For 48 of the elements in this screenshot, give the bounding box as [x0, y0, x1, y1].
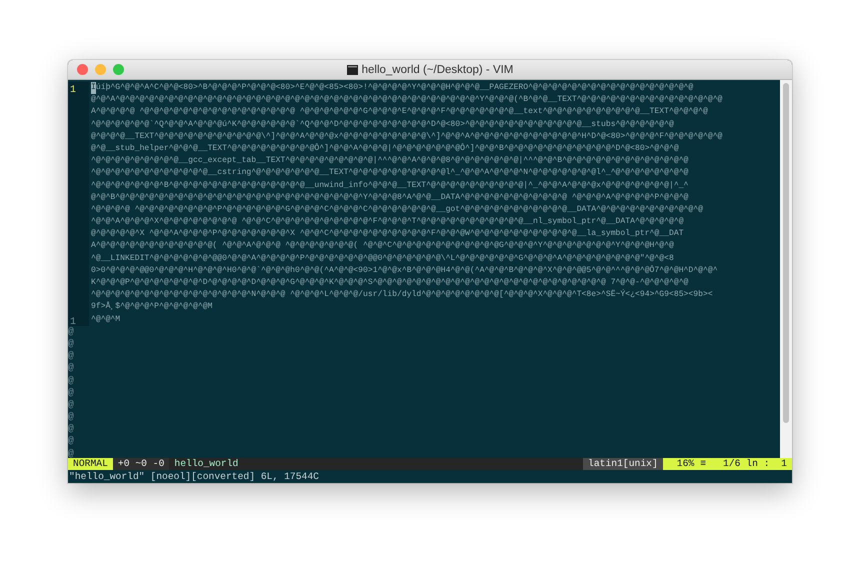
minimize-button[interactable] — [95, 64, 106, 75]
code-line: ^@^@^@^@^@^@^@^@^@^@^@^@__cstring^@^@^@^@^@^@^@__TEXT^@^@^@^@^@^@^@^@^@^@l^_^@^@^A^@^@^@^N^@^@^@^@^@^@^@l^_^@^@^@^@^@^@^@^@ — [91, 167, 688, 180]
filler-marker: @ — [68, 374, 74, 387]
terminal-icon — [346, 64, 358, 74]
code-line: ^@__LINKEDIT^@^@^@^@^@^@^@@0^@^@^A^@^@^@^@^P^@^@^@^@^@^@^@@0^@^@^@^@^@^@\^L^@^@^@^@^@^@^G^@^@^@^A^@^@^@^@^@^@^@^@"^@^@<8 — [91, 252, 674, 265]
close-button[interactable] — [77, 64, 88, 75]
code-line: K^@^@^@P^@^@^@^@^@^@^@^D^@^@^@^@^D^@^@^@^G^@^@^@^K^@^@^@^S^@^@^@^@^@^@^@^@^@^@^@^@^@^@^@^@^@^@^@^@^@^@^@^@ 7^@^@-^@^@^@^@^@ — [91, 277, 688, 289]
code-line: ^@^@^M — [91, 314, 120, 326]
filler-marker: @ — [68, 338, 74, 350]
file-name: hello_world — [173, 458, 240, 470]
line-number: 1 — [70, 85, 76, 96]
cursor-position: 1/6 ln : 1 — [709, 458, 792, 470]
code-line: 9f>Å¸$^@^@^@^P^@^@^@^@^@M — [91, 301, 212, 314]
filler-marker: @ — [68, 386, 74, 399]
code-line: @^@__stub_helper^@^@^@__TEXT^@^@^@^@^@^@^@^@^@Ô^]^@^@^A^@^@^@|^@^@^@^@^@^@^@Ô^]^@^@^B^@^@^@^@^@^@^@^@^@^@^@^D^@<80>^@^@^@ — [91, 142, 679, 155]
filler-marker: @ — [68, 423, 74, 436]
code-line: @^@^A^@^@^@^@^@^@^@^@^@^@^@^@^@^@^@^@^@^@^@^@^@^@^@^@^@^@^@^@^@^@^@^@^@^@^@^@^@^Y^@^@^@(^B^@^@__TEXT^@^@^@^@^@^@^@^@^@^@^@^@^@^@^@ — [91, 94, 722, 106]
encoding-label: latin1[unix] — [583, 458, 663, 470]
percent-label: 16% — [662, 458, 698, 470]
code-line: ^@^@^@^@^@^@^@^@^@^@^@^@^@^@^@^@^N^@^@^@ ^@^@^@^L^@^@^@/usr/lib/dyld^@^@^@^@^@^@^@^@[^@^@^@^X^@^@^@^T<8e>^SË~Ý<¿<94>^G9<85><9b>< — [91, 289, 713, 302]
filler-marker: @ — [68, 350, 74, 362]
filler-marker: @ — [68, 411, 74, 424]
filler-marker: @ — [68, 326, 74, 338]
code-line: @^@^@^@^@^X ^@^@^A^@^@^@^P^@^@^@^@^@^@^@^X ^@^@^C^@^@^@^@^@^@^@^@^@^@^F^@^@^@W^@^@^@^@^@^@^@^@^@^@^@__la_symbol_ptr^@__DAT — [91, 228, 684, 240]
code-line: ^@^@^A^@^@^@^X^@^@^@^@^@^@^@^@ ^@^@^C^@^@^@^@^@^@^@^@^@^@^F^@^@^@^T^@^@^@^@^@^@^@^@^@^@^@__nl_symbol_ptr^@__DATA^@^@^@^@^@ — [91, 216, 684, 228]
filler-marker: @ — [68, 435, 74, 448]
line-number: 1 — [70, 316, 76, 328]
code-line: ^@^@^@^@^@^@^@^B^@^@^@^@^@^@^@^@^@^@^@^@^@^@__unwind_info^@^@^@__TEXT^@^@^@^@^@^@^@^@^@^@|^_^@^@^A^@^@^@x^@^@^@^@^@^@^@|^_^ — [91, 180, 688, 192]
text-cursor: Ï — [91, 82, 96, 94]
window-title: hello_world (~/Desktop) - VIM — [362, 64, 514, 76]
zoom-button[interactable] — [113, 64, 124, 75]
filler-marker: @ — [68, 362, 74, 374]
percent-symbol: ≡ — [697, 458, 710, 470]
change-count: +0 ~0 -0 — [112, 458, 170, 470]
code-line: úíþ^G^@^@^A^C^@^@<80>^B^@^@^@^P^@^@^@<80>^E^@^@<85><80>!^@^@^@^@^Y^@^@^@H^@^@^@__PAGEZERO^@^@^@^@^@^@^@^@^@^@^@^@^@^@^@^@^@ — [96, 82, 694, 94]
filler-marker: @ — [68, 448, 74, 458]
code-line: ^@^@^@^@^@^@`^Q^@^@^A^@^@^@ú^K^@^@^@^@^@^@`^Q^@^@^D^@^@^@^@^@^@^@^@^@^D^@<80>^@^@^@^@^@^@^@^@^@^@^@^@__stubs^@^@^@^@^@^@ — [91, 118, 674, 131]
code-line: ^@^@^@^@^@^@^@^@^@__gcc_except_tab__TEXT^@^@^@^@^@^@^@^@^@|^^^@^@^A^@^@^@8^@^@^@^@^@^@^@|^^^@^@^B^@^@^@^@^@^@^@^@^@^@^@^@^@ — [91, 155, 688, 168]
code-line: 0>0^@^@^@^@@0^@^@^@^H^@^@^@^H0^@^@`^@^@^@h0^@^@(^A^@^@<90>1^@^@x^B^@^@^@H4^@^@(^A^@^@^B^@^@^@^X^@^@^@@5^@^@^^^@^@^@Ô7^@^@H^D^@^@^ — [91, 264, 718, 277]
code-line: @^@^@^@__TEXT^@^@^@^@^@^@^@^@^@^@^@\^]^@^@^A^@^@^@x^@^@^@^@^@^@^@^@^@\^]^@^@^A^@^@^@^@^@^@^@^@^@^@^@^H^D^@<80>^@^@^@^F^@^@^@^@^@^@ — [91, 130, 722, 143]
filler-marker: @ — [68, 398, 74, 412]
code-line: A^@^@^@^@^@^@^@^@^@^@^@^@( ^@^@^A^@^@^@ ^@^@^@^@^@^@^@( ^@^@^C^@^@^@^@^@^@^@^@^@^@^@G^@^@^@^Y^@^@^@^@^@^@^@^Y^@^@^@H^@^@ — [91, 240, 674, 252]
code-line: @^@^B^@^@^@^@^@^@^@^@^@^@^@^@^@^@^@^@^@^@^@^@^@^@^@^@^@^Y^@^@^@8^A^@^@__DATA^@^@^@^@^@^@^@^@^@^@^@ ^@^@^@^A^@^@^@^@^P^@^@^@ — [91, 192, 688, 204]
command-line: "hello_world" [noeol][converted] 6L, 17544C — [69, 471, 319, 482]
code-line: ^@^@^@^@ ^@^@^@^@^@^@^@^@^P^@^@^@^@^@^@^G^@^@^@^C^@^@^@^C^@^@^@^@^@^@^@__got^@^@^@^@^@^@^@^@^@^@^@__DATA^@^@^@^@^@^@^@^@^@^@^@ — [91, 204, 703, 216]
scrollbar[interactable] — [780, 80, 792, 458]
code-line: A^@^@^@^@ ^@^@^@^@^@^@^@^@^@^@^@^@^@^@^@^@ ^@^@^@^@^@^@^G^@^@^@^E^@^@^@^F^@^@^@^@^@^@^@__text^@^@^@^@^@^@^@^@^@^@__TEXT^@^@^@^@ — [91, 106, 708, 118]
mode-indicator: NORMAL — [68, 458, 113, 470]
